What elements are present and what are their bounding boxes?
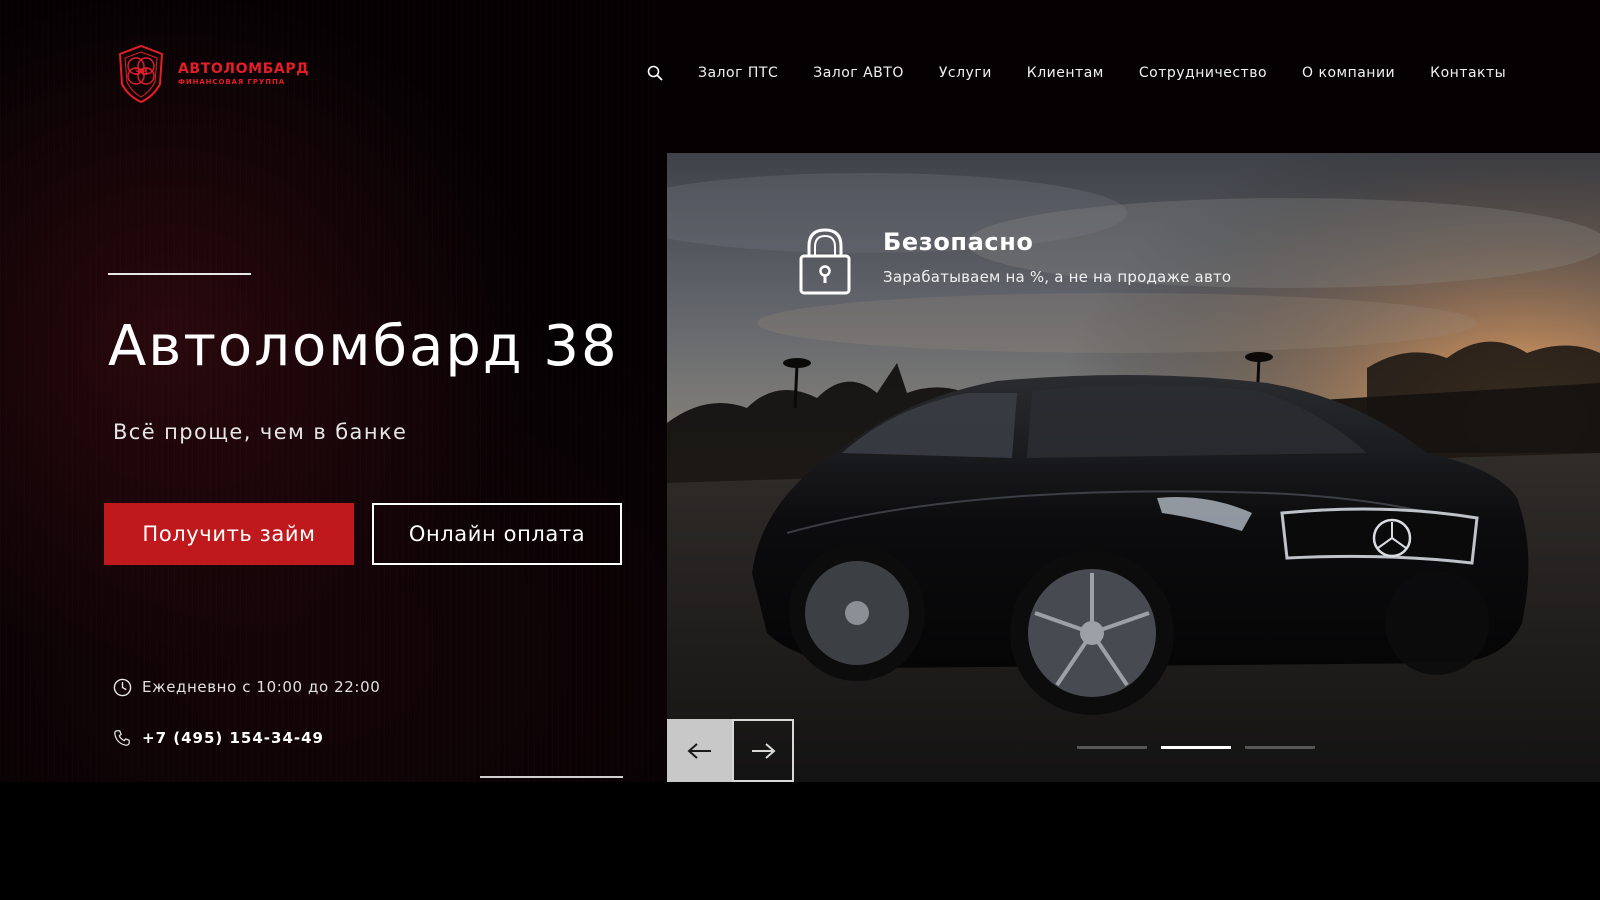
bottom-strip	[0, 782, 1600, 900]
logo-shield-icon: 38	[118, 44, 164, 104]
arrow-left-icon	[686, 742, 711, 759]
brand-logo[interactable]: 38 АВТОЛОМБАРД ФИНАНСОВАЯ ГРУППА	[114, 44, 309, 104]
hero-slider[interactable]: Безопасно Зарабатываем на %, а не на про…	[667, 153, 1600, 782]
clock-icon	[112, 677, 132, 697]
search-button[interactable]	[646, 64, 664, 82]
slider-prev-button[interactable]	[667, 719, 732, 782]
brand-title: АВТОЛОМБАРД	[178, 61, 310, 77]
hero-divider	[108, 273, 251, 275]
hero-subtitle: Всё проще, чем в банке	[113, 420, 408, 444]
slider-pagination	[1077, 746, 1315, 749]
nav-item-o-kompanii[interactable]: О компании	[1302, 65, 1395, 81]
nav-item-klientam[interactable]: Клиентам	[1027, 65, 1104, 81]
logo-monogram: 38	[134, 67, 148, 78]
slide-description: Зарабатываем на %, а не на продаже авто	[883, 268, 1232, 286]
phone-contact[interactable]: +7 (495) 154-34-49	[112, 728, 324, 748]
nav-item-kontakty[interactable]: Контакты	[1430, 65, 1506, 81]
main-nav: Залог ПТС Залог АВТО Услуги Клиентам Сот…	[646, 60, 1506, 86]
search-icon	[647, 65, 663, 81]
slide-caption: Безопасно Зарабатываем на %, а не на про…	[799, 226, 1231, 296]
lock-icon	[799, 228, 851, 295]
brand-subtitle: ФИНАНСОВАЯ ГРУППА	[178, 78, 286, 86]
phone-number[interactable]: +7 (495) 154-34-49	[142, 729, 324, 747]
slider-dot-3[interactable]	[1245, 746, 1315, 749]
bottom-divider	[480, 776, 623, 778]
slider-dot-2[interactable]	[1161, 746, 1231, 749]
nav-item-uslugi[interactable]: Услуги	[939, 65, 992, 81]
working-hours-text: Ежедневно с 10:00 до 22:00	[142, 678, 381, 696]
slider-next-button[interactable]	[732, 719, 794, 782]
slider-dot-1[interactable]	[1077, 746, 1147, 749]
nav-item-sotrudnichestvo[interactable]: Сотрудничество	[1139, 65, 1267, 81]
nav-item-zalog-pts[interactable]: Залог ПТС	[698, 65, 778, 81]
get-loan-button[interactable]: Получить займ	[104, 503, 354, 565]
page-title: Автоломбард 38	[108, 314, 619, 379]
slide-title: Безопасно	[883, 228, 1034, 256]
phone-icon	[112, 728, 132, 748]
online-payment-button[interactable]: Онлайн оплата	[372, 503, 622, 565]
nav-item-zalog-avto[interactable]: Залог АВТО	[813, 65, 904, 81]
working-hours: Ежедневно с 10:00 до 22:00	[112, 677, 380, 697]
arrow-right-icon	[752, 742, 776, 759]
